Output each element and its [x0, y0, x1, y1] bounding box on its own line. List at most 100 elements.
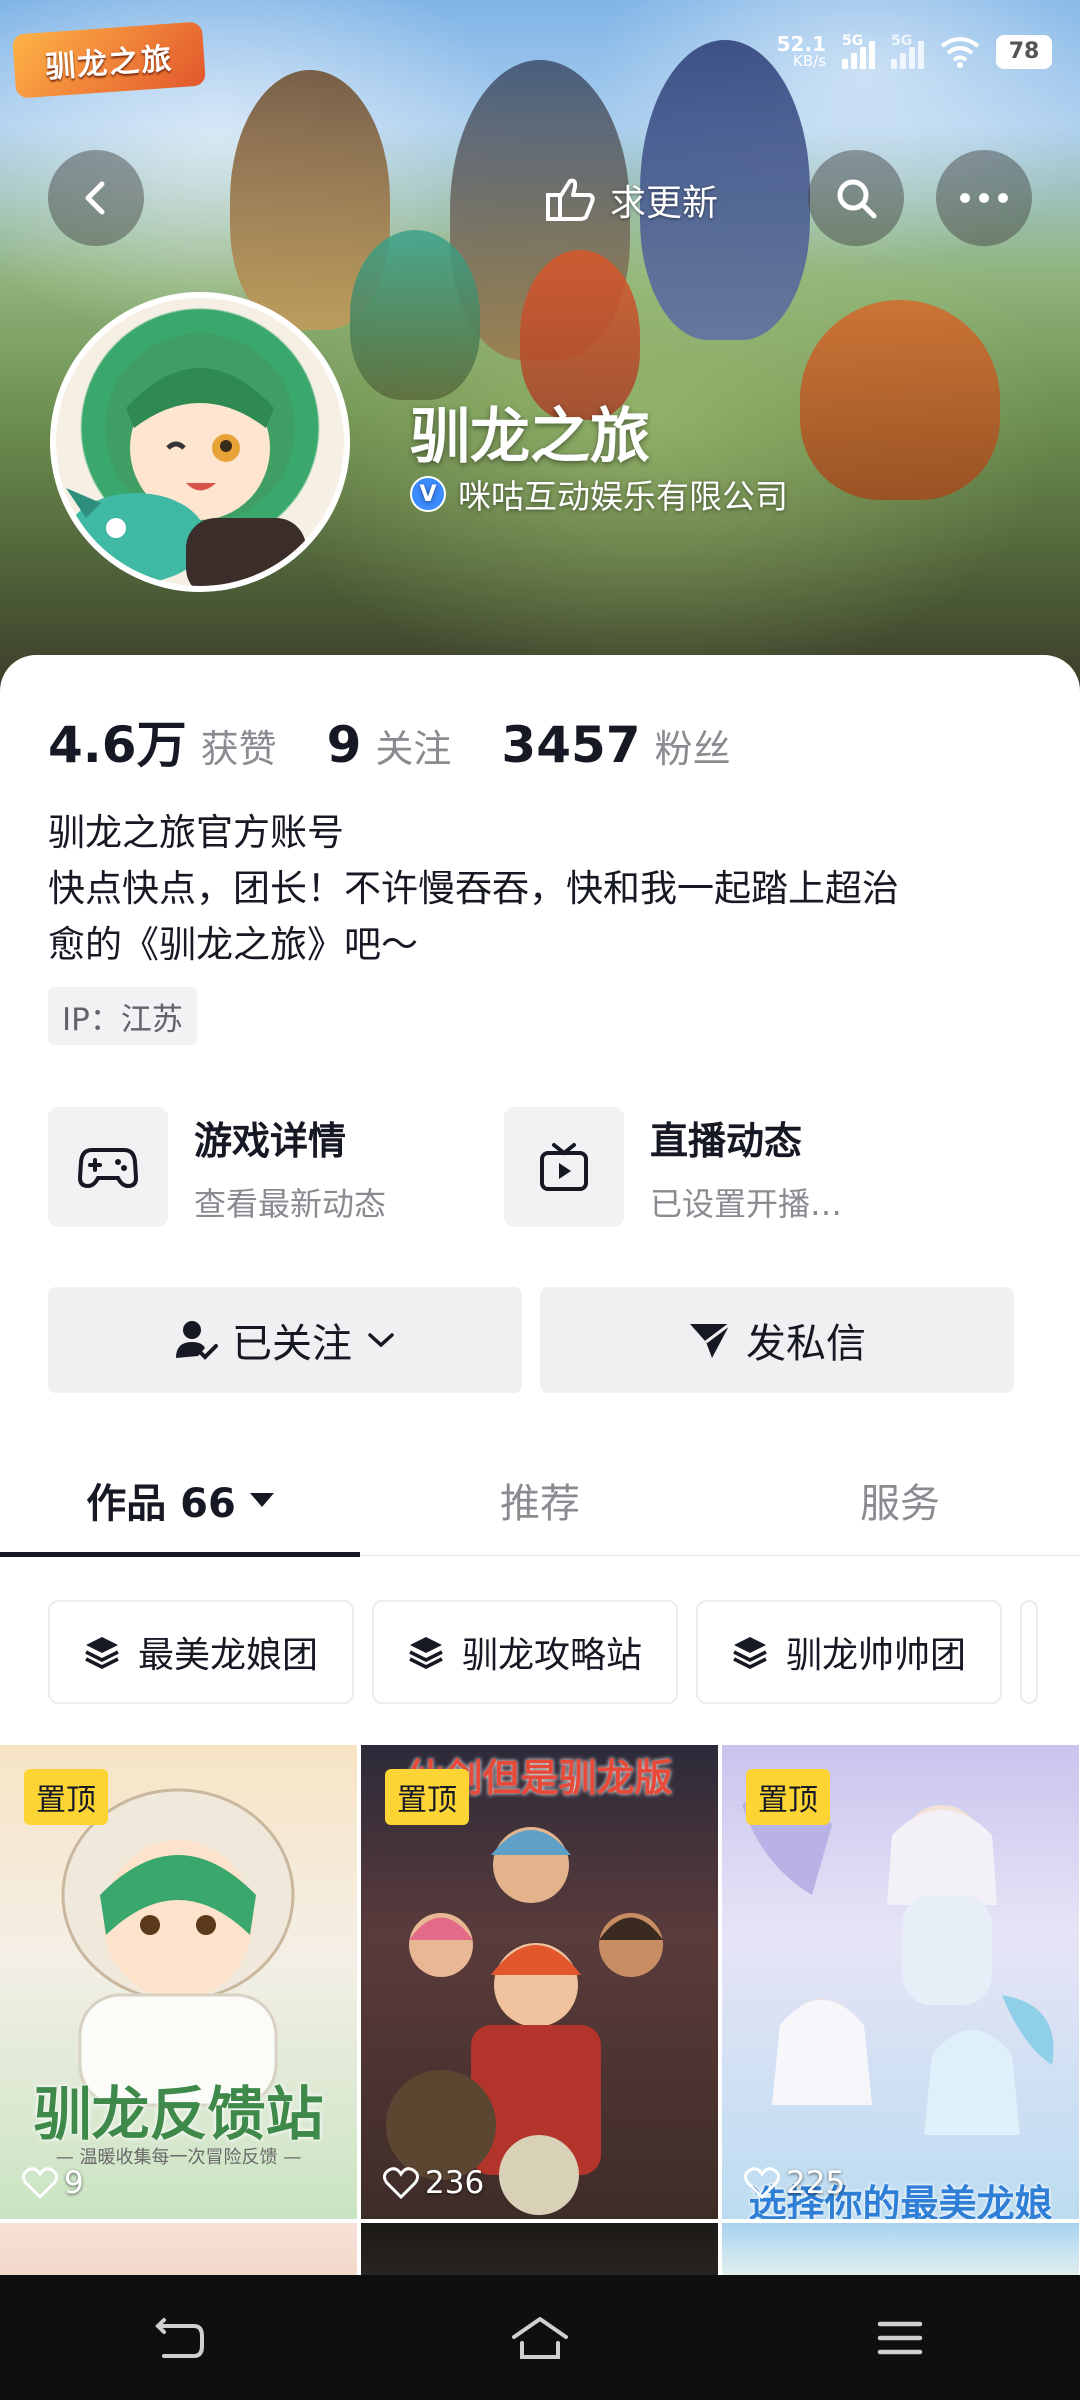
signal-label: 5G — [891, 32, 913, 49]
tab-label: 推荐 — [500, 1481, 580, 1527]
heart-icon — [383, 2167, 419, 2199]
stat-value: 3457 — [501, 716, 641, 774]
stat-value: 9 — [326, 716, 362, 774]
feature-title: 直播动态 — [650, 1118, 803, 1163]
like-count-value: 236 — [425, 2165, 485, 2201]
chevron-down-icon — [368, 1333, 394, 1348]
signal-icon: 5G — [842, 32, 875, 69]
content-tabs: 作品 66 推荐 服务 — [0, 1445, 1080, 1557]
ask-update-label: 求更新 — [610, 183, 719, 224]
layers-icon — [733, 1637, 767, 1669]
stat-label: 获赞 — [200, 727, 277, 771]
follow-button[interactable]: 已关注 — [48, 1287, 522, 1393]
collection-label: 驯龙攻略站 — [462, 1635, 643, 1676]
pinned-badge: 置顶 — [24, 1769, 108, 1825]
stat-label: 粉丝 — [654, 727, 731, 771]
feature-subtitle: 已设置开播… — [650, 1184, 843, 1223]
like-count-value: 225 — [786, 2165, 846, 2201]
pinned-badge: 置顶 — [385, 1769, 469, 1825]
video-title-art: 驯龙反馈站 — [33, 2080, 324, 2148]
video-tile[interactable]: 驯龙反馈站 — 温暖收集每一次冒险反馈 — 置顶 9 — [0, 1745, 357, 2219]
back-icon — [85, 181, 105, 215]
bio-line: 驯龙之旅官方账号 — [48, 811, 344, 854]
feature-icon-box — [504, 1107, 624, 1227]
collection-chip[interactable]: 驯龙攻略站 — [372, 1600, 679, 1704]
bio-line: 愈的《驯龙之旅》吧～ — [48, 923, 418, 966]
like-count: 9 — [22, 2165, 84, 2201]
message-label: 发私信 — [746, 1321, 866, 1367]
back-arrow-icon — [155, 2317, 204, 2358]
caret-down-icon — [249, 1493, 274, 1507]
banner-character — [350, 230, 480, 400]
bio: 驯龙之旅官方账号 快点快点，团长！不许慢吞吞，快和我一起踏上超治 愈的《驯龙之旅… — [48, 805, 1038, 973]
stat-followers[interactable]: 3457 粉丝 — [501, 716, 730, 774]
send-icon — [690, 1322, 731, 1358]
like-count-value: 9 — [64, 2165, 84, 2201]
tab-services[interactable]: 服务 — [720, 1445, 1080, 1555]
collection-chip[interactable] — [1020, 1600, 1039, 1704]
feature-subtitle: 查看最新动态 — [194, 1184, 387, 1223]
send-message-button[interactable]: 发私信 — [540, 1287, 1014, 1393]
banner-dragon — [800, 300, 1000, 500]
tab-recommended[interactable]: 推荐 — [360, 1445, 720, 1555]
game-logo: 驯龙之旅 — [11, 21, 207, 99]
tab-label: 服务 — [860, 1481, 940, 1527]
stat-following[interactable]: 9 关注 — [327, 716, 452, 774]
video-tile[interactable]: 选择你的最美龙娘 置顶 225 — [722, 1745, 1079, 2219]
status-bar: 驯龙之旅 52.1 KB/s 5G 5G 78 — [0, 0, 1080, 110]
feature-title: 游戏详情 — [194, 1118, 347, 1163]
tab-label: 作品 66 — [86, 1481, 236, 1527]
video-tile[interactable] — [0, 2223, 357, 2283]
gamepad-icon — [78, 1148, 138, 1189]
system-home-button[interactable] — [480, 2298, 600, 2378]
heart-icon — [22, 2167, 58, 2199]
system-back-button[interactable] — [120, 2298, 240, 2378]
battery-indicator: 78 — [996, 34, 1052, 69]
tab-works[interactable]: 作品 66 — [0, 1445, 360, 1555]
video-tile[interactable] — [361, 2223, 718, 2283]
tv-play-icon — [540, 1143, 588, 1191]
avatar-illustration — [66, 333, 306, 586]
search-icon — [837, 179, 877, 219]
follow-label: 已关注 — [232, 1321, 352, 1367]
user-check-icon — [176, 1321, 218, 1360]
collection-label: 驯龙帅帅团 — [786, 1635, 967, 1676]
layers-icon — [85, 1637, 119, 1669]
pinned-badge: 置顶 — [746, 1769, 830, 1825]
active-tab-indicator — [0, 1552, 360, 1557]
more-icon — [960, 193, 1008, 203]
home-icon — [512, 2316, 568, 2359]
profile-card: 4.6万 获赞 9 关注 3457 粉丝 驯龙之旅官方账号 快点快点，团长！不许… — [0, 655, 1080, 2283]
collection-chip[interactable]: 最美龙娘团 — [48, 1600, 355, 1704]
signal-icon: 5G — [891, 32, 924, 69]
wifi-icon — [940, 36, 980, 68]
stat-label: 关注 — [375, 727, 452, 771]
layers-icon — [409, 1637, 443, 1669]
more-button[interactable] — [936, 150, 1032, 246]
stat-value: 4.6万 — [48, 716, 187, 774]
back-button[interactable] — [48, 150, 144, 246]
video-tile[interactable]: 仙剑但是驯龙版 置顶 236 — [361, 1745, 718, 2219]
ask-update-button[interactable]: 求更新 — [532, 160, 728, 240]
video-tile[interactable] — [722, 2223, 1079, 2283]
ask-update-icon — [546, 178, 595, 221]
like-count: 225 — [744, 2165, 845, 2201]
network-speed-unit: KB/s — [793, 52, 826, 70]
verified-badge-icon: V — [410, 476, 446, 512]
avatar[interactable] — [50, 292, 350, 592]
stats-row: 4.6万 获赞 9 关注 3457 粉丝 — [48, 705, 781, 777]
collection-label: 最美龙娘团 — [138, 1635, 319, 1676]
verified-info: V 咪咕互动娱乐有限公司 — [410, 470, 788, 518]
collection-chip[interactable]: 驯龙帅帅团 — [696, 1600, 1003, 1704]
game-details-entry[interactable]: 游戏详情 查看最新动态 — [48, 1107, 386, 1227]
signal-label: 5G — [842, 32, 864, 49]
ip-location-tag: IP：江苏 — [48, 987, 197, 1045]
system-recents-button[interactable] — [840, 2298, 960, 2378]
bio-line: 快点快点，团长！不许慢吞吞，快和我一起踏上超治 — [48, 867, 899, 910]
feature-icon-box — [48, 1107, 168, 1227]
stat-likes[interactable]: 4.6万 获赞 — [48, 705, 277, 777]
search-button[interactable] — [808, 150, 904, 246]
network-speed-value: 52.1 — [776, 32, 826, 56]
live-status-entry[interactable]: 直播动态 已设置开播… — [504, 1107, 842, 1227]
profile-name: 驯龙之旅 — [410, 402, 650, 472]
